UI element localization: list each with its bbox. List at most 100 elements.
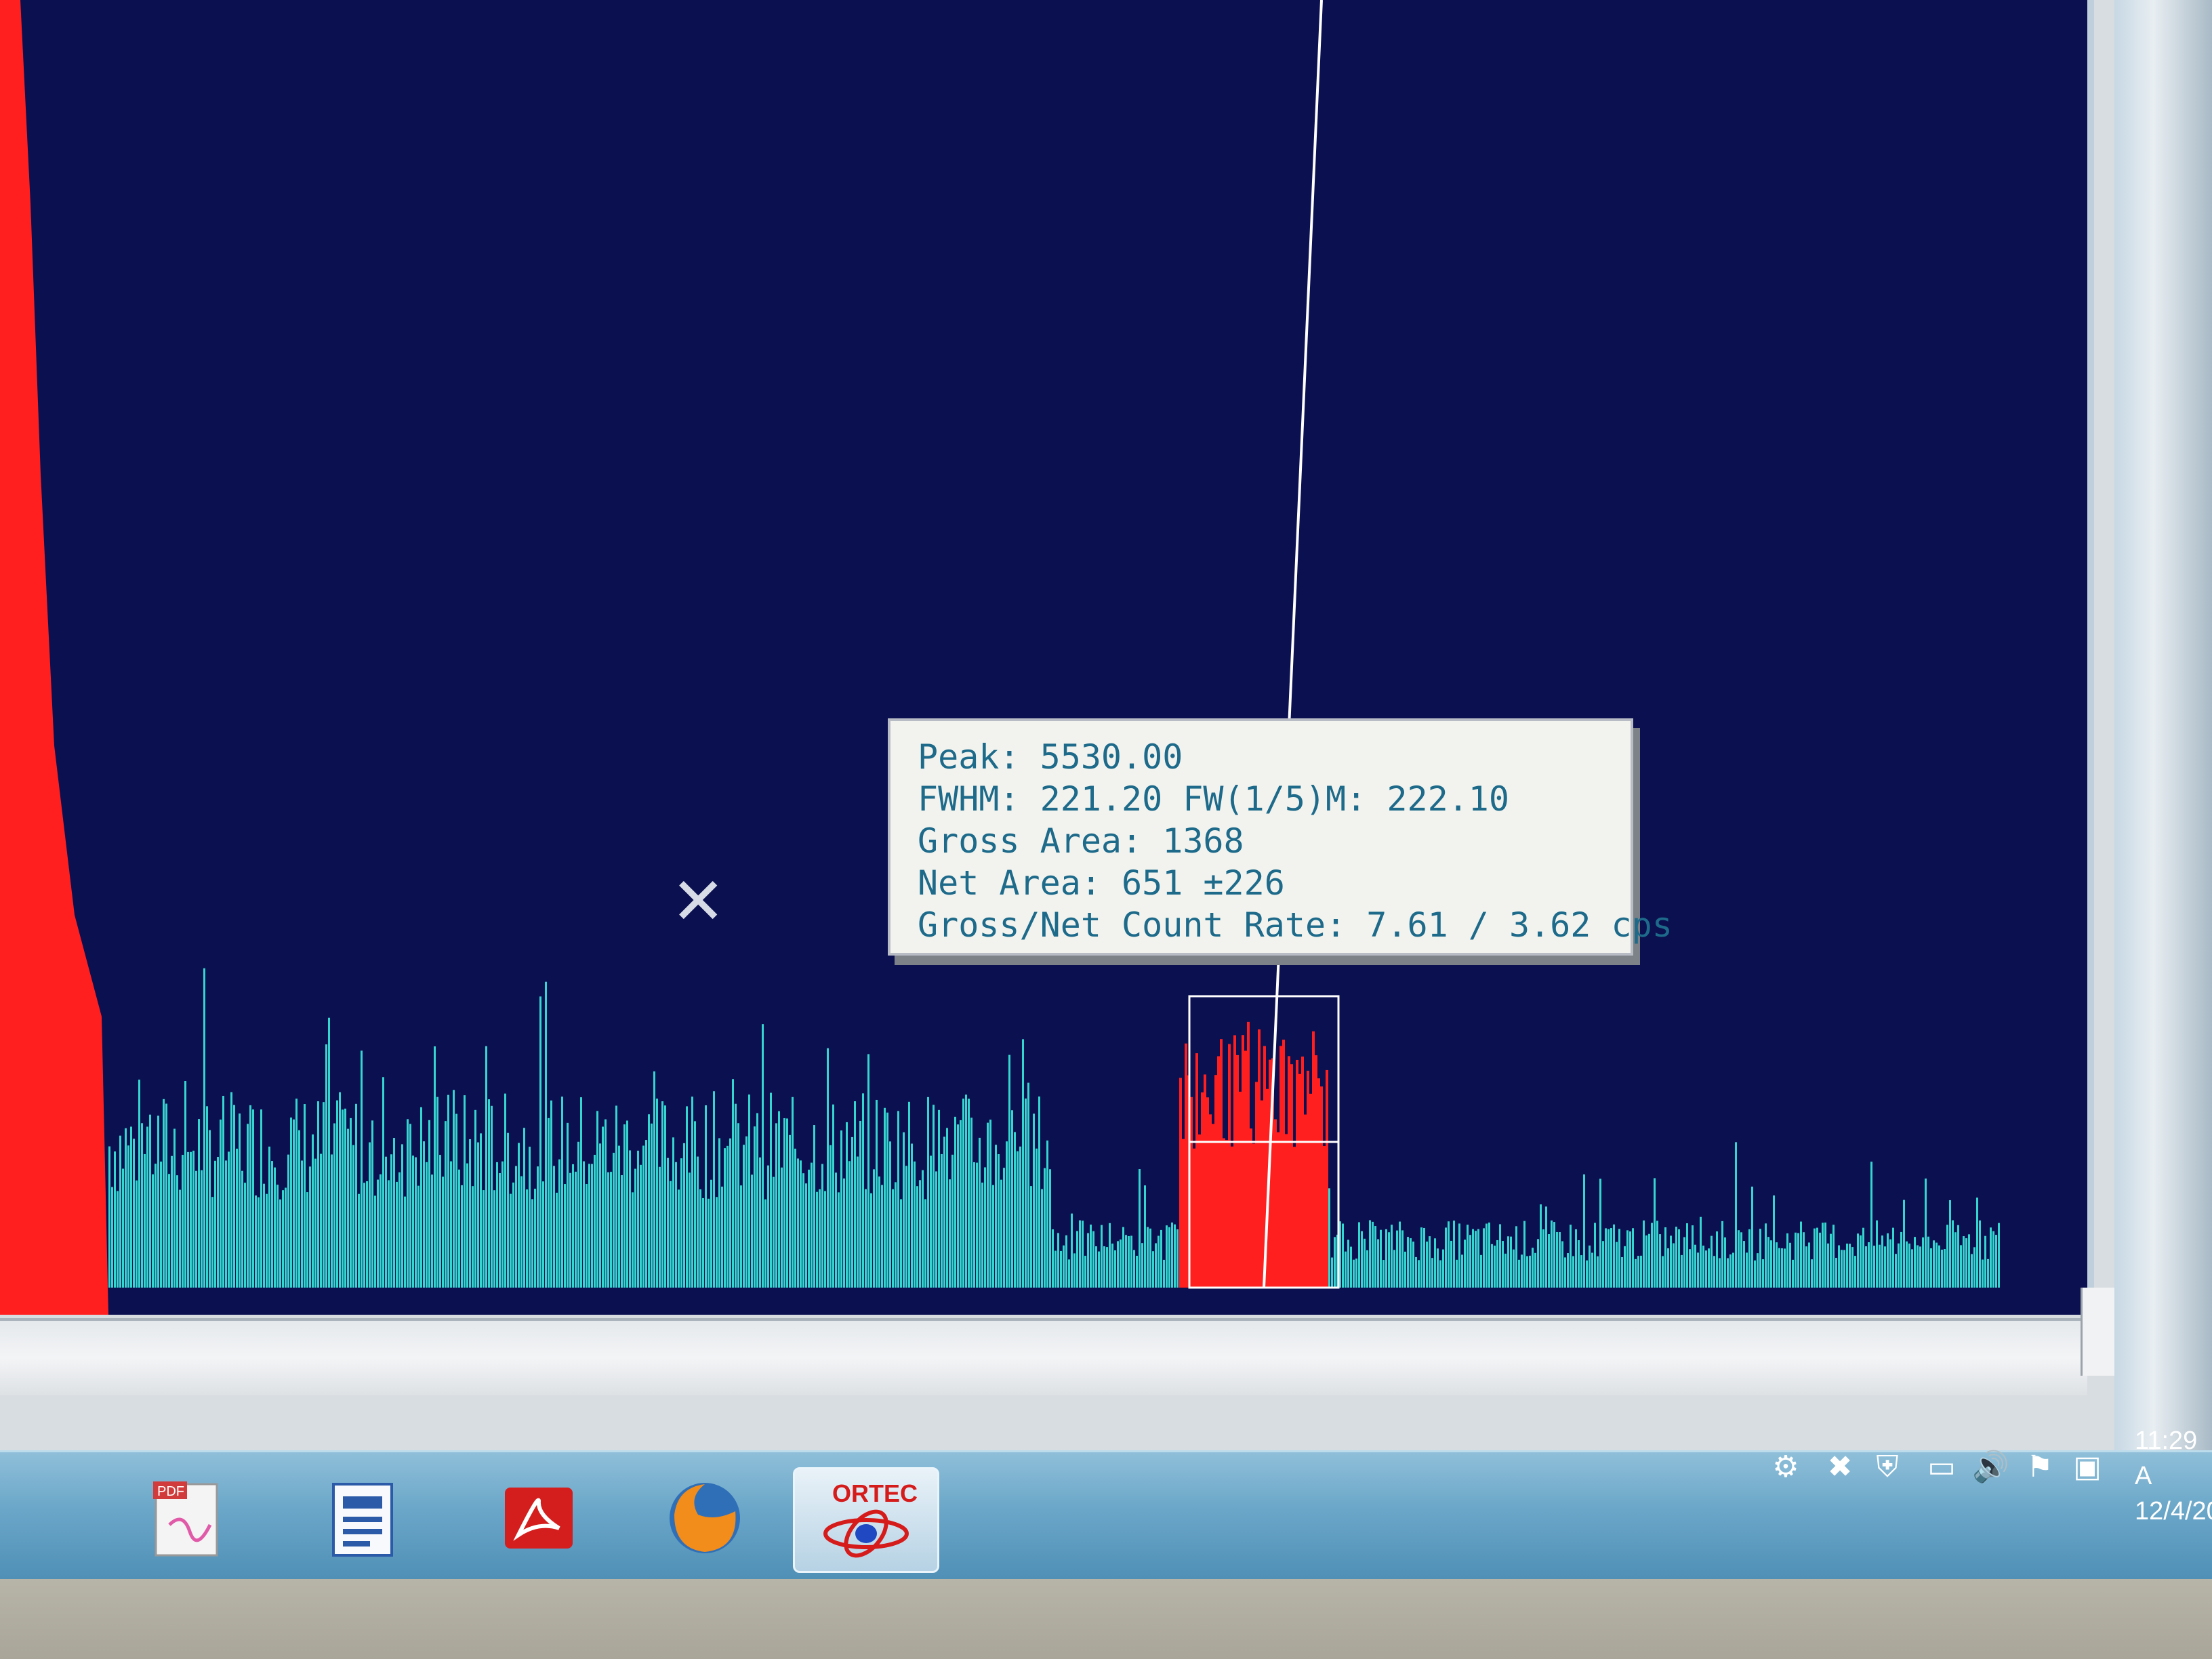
spectrum-channel	[1534, 1252, 1536, 1288]
spectrum-channel	[1846, 1244, 1848, 1288]
spectrum-channel	[710, 1179, 712, 1288]
spectrum-channel	[1670, 1235, 1672, 1288]
spectrum-channel	[1171, 1222, 1173, 1288]
spectrum-channel	[1610, 1228, 1612, 1288]
spectrum-channel	[594, 1154, 596, 1288]
shield-icon[interactable]: ⛨	[1870, 1450, 1904, 1484]
taskbar-document-viewer[interactable]	[312, 1467, 413, 1569]
spectrum-channel	[447, 1094, 449, 1288]
monitor-icon[interactable]: ▭	[1925, 1450, 1959, 1484]
spectrum-channel	[1686, 1223, 1688, 1288]
spectrum-channel	[434, 1046, 436, 1288]
spectrum-channel	[1724, 1237, 1726, 1288]
spectrum-channel	[1822, 1223, 1824, 1288]
spectrum-channel	[911, 1143, 913, 1288]
spectrum-channel	[640, 1164, 642, 1288]
spectrum-channel	[1664, 1227, 1666, 1288]
spectrum-channel	[1575, 1229, 1577, 1288]
spectrum-channel	[144, 1153, 146, 1288]
display-icon[interactable]: ▣	[2070, 1450, 2104, 1484]
spectrum-channel	[491, 1105, 493, 1288]
taskbar-ortec[interactable]: ORTEC	[793, 1467, 939, 1573]
spectrum-channel	[897, 1111, 899, 1288]
roi-channel	[1179, 1078, 1182, 1288]
spectrum-channel	[1832, 1225, 1835, 1288]
spectrum-channel	[1461, 1254, 1463, 1288]
spectrum-channel	[832, 1104, 834, 1288]
spectrum-channel	[1854, 1256, 1856, 1288]
spectrum-channel	[220, 1120, 222, 1288]
spectrum-channel	[1933, 1240, 1935, 1288]
spectrum-channel	[1917, 1245, 1919, 1288]
spectrum-channel	[1494, 1246, 1496, 1288]
spectrum-channel	[1017, 1151, 1019, 1288]
spectrum-channel	[943, 1136, 945, 1288]
roi-channel	[1236, 1054, 1239, 1288]
spectrum-channel	[127, 1145, 129, 1288]
spectrum-channel	[1464, 1240, 1466, 1288]
spectrum-channel	[661, 1101, 663, 1288]
taskbar-pdf-converter[interactable]: PDF	[136, 1467, 237, 1569]
spectrum-channel	[588, 1164, 590, 1288]
spectrum-channel	[1130, 1235, 1132, 1288]
spectrum-channel	[499, 1173, 501, 1288]
spectrum-channel	[1000, 1179, 1002, 1288]
roi-channel	[1182, 1139, 1185, 1288]
roi-channel	[1288, 1056, 1290, 1288]
spectrum-channel	[1816, 1227, 1818, 1288]
spectrum-channel	[469, 1139, 471, 1288]
spectrum-channel	[1160, 1229, 1162, 1288]
spectrum-channel	[870, 1193, 872, 1288]
spectrum-channel	[512, 1182, 514, 1288]
spectrum-channel	[1361, 1231, 1363, 1288]
spectrum-channel	[331, 1154, 333, 1288]
spectrum-channel	[198, 1119, 200, 1288]
adobe-reader-icon	[505, 1488, 573, 1549]
spectrum-channel	[1589, 1245, 1591, 1288]
spectrum-channel	[1054, 1250, 1057, 1288]
spectrum-channel	[930, 1155, 932, 1288]
spectrum-channel	[1681, 1254, 1683, 1288]
spectrum-channel	[1366, 1250, 1368, 1288]
document-icon	[332, 1483, 393, 1557]
taskbar-adobe-reader[interactable]	[488, 1467, 590, 1569]
spectrum-channel	[1973, 1247, 1975, 1288]
spectrum-channel	[862, 1093, 864, 1288]
roi-channel	[1198, 1134, 1201, 1288]
spectrum-channel	[1364, 1238, 1366, 1288]
spectrum-plot[interactable]: ✕ Peak: 5530.00 FWHM: 221.20 FW(1/5)M: 2…	[0, 0, 2094, 1315]
spectrum-channel	[1946, 1225, 1948, 1288]
spectrum-svg[interactable]	[0, 0, 2087, 1315]
spectrum-channel	[138, 1080, 140, 1288]
spectrum-channel	[136, 1180, 138, 1288]
window-frame	[2114, 0, 2212, 1511]
spectrum-channel	[1030, 1186, 1032, 1288]
spectrum-channel	[1711, 1235, 1713, 1288]
spectrum-channel	[575, 1171, 577, 1288]
spectrum-channel	[1542, 1229, 1544, 1288]
spectrum-channel	[1456, 1259, 1458, 1288]
spectrum-channel	[287, 1154, 289, 1288]
peak-info-box: Peak: 5530.00 FWHM: 221.20 FW(1/5)M: 222…	[888, 718, 1673, 956]
spectrum-channel	[1499, 1224, 1501, 1288]
spectrum-channel	[1751, 1186, 1753, 1288]
spectrum-channel	[1491, 1244, 1493, 1288]
spectrum-channel	[745, 1136, 747, 1288]
spectrum-channel	[1399, 1221, 1401, 1288]
spectrum-channel	[1472, 1229, 1474, 1288]
flag-icon[interactable]: ⚑	[2023, 1450, 2057, 1484]
spectrum-channel	[908, 1101, 910, 1288]
spectrum-channel	[1570, 1225, 1572, 1288]
spectrum-channel	[626, 1120, 628, 1288]
network-status-icon[interactable]: ✖	[1823, 1450, 1857, 1484]
spectrum-channel	[1537, 1239, 1539, 1288]
spectrum-channel	[1879, 1244, 1881, 1288]
clock[interactable]: 11:29 A 12/4/20	[2135, 1423, 2212, 1529]
spectrum-channel	[1938, 1245, 1940, 1288]
taskbar-firefox[interactable]	[654, 1467, 756, 1569]
usb-icon[interactable]: ⚙	[1769, 1450, 1803, 1484]
spectrum-channel	[610, 1172, 612, 1288]
spectrum-channel	[927, 1097, 929, 1288]
volume-icon[interactable]: 🔊	[1972, 1450, 2009, 1484]
spectrum-channel	[1480, 1254, 1482, 1288]
